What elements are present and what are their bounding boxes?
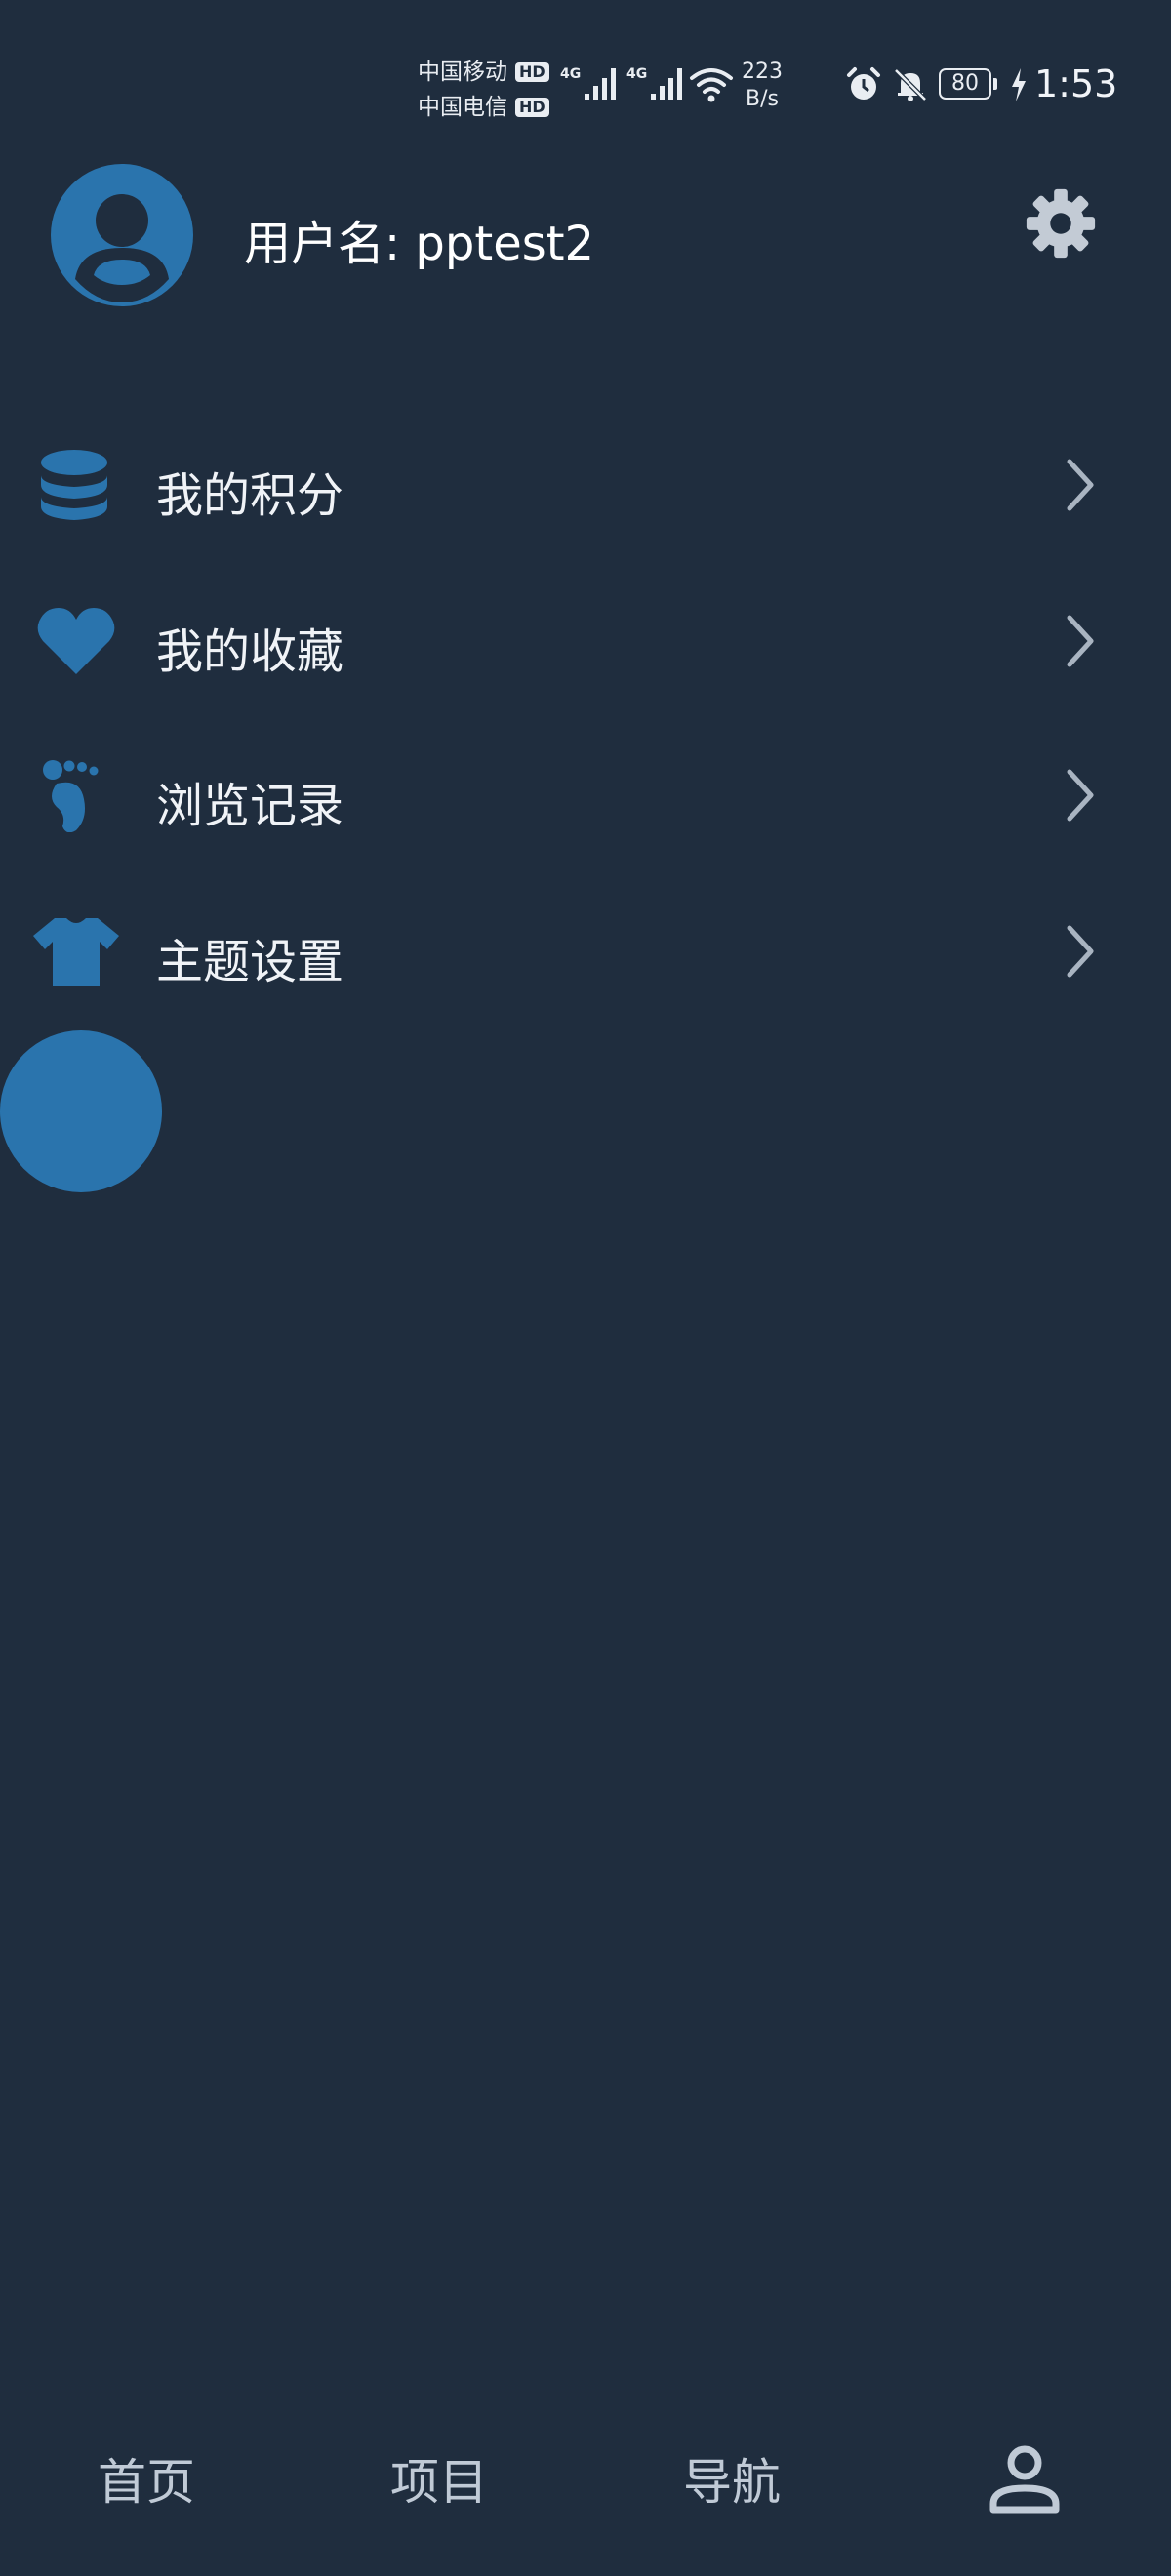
- signal-bars-icon: [585, 68, 617, 100]
- menu-label: 我的积分: [156, 468, 344, 523]
- battery-indicator: 80: [939, 68, 997, 100]
- heart-icon: [37, 608, 115, 674]
- tab-label: 项目: [390, 2454, 488, 2511]
- speed-unit: B/s: [746, 87, 779, 111]
- tab-label: 首页: [98, 2454, 195, 2511]
- tab-home[interactable]: 首页: [0, 2410, 293, 2547]
- hd-badge: HD: [515, 62, 549, 82]
- menu-item-favorites[interactable]: 我的收藏: [0, 568, 1171, 714]
- menu-item-history[interactable]: 浏览记录: [0, 722, 1171, 868]
- bottom-nav: 首页 项目 导航: [0, 2410, 1171, 2576]
- signal-bars-icon: [651, 68, 683, 100]
- menu-label: 我的收藏: [156, 624, 344, 679]
- menu-label: 浏览记录: [156, 779, 344, 833]
- tab-label: 导航: [683, 2454, 781, 2511]
- mute-bell-icon: [894, 68, 927, 101]
- carrier-info: 中国移动 HD 中国电信 HD: [418, 55, 549, 125]
- carrier-1-name: 中国移动: [418, 60, 507, 85]
- carrier-2-name: 中国电信: [418, 95, 507, 120]
- tab-profile[interactable]: [878, 2410, 1171, 2547]
- chevron-right-icon: [1067, 925, 1094, 978]
- network-type-1: 4G: [560, 66, 582, 82]
- coin-stack-icon: [41, 450, 107, 520]
- menu-item-points[interactable]: 我的积分: [0, 412, 1171, 558]
- tab-navigation[interactable]: 导航: [586, 2410, 878, 2547]
- avatar-icon[interactable]: [51, 164, 193, 306]
- menu-label: 主题设置: [156, 935, 344, 989]
- menu-item-theme[interactable]: 主题设置: [0, 878, 1171, 1025]
- footprint-icon: [43, 760, 99, 832]
- hd-badge: HD: [515, 98, 549, 117]
- tab-projects[interactable]: 项目: [293, 2410, 586, 2547]
- chevron-right-icon: [1067, 459, 1094, 511]
- wifi-icon: [690, 68, 733, 102]
- gear-icon[interactable]: [1023, 185, 1099, 262]
- floating-action-button[interactable]: [0, 1030, 162, 1192]
- clock: 1:53: [1034, 62, 1118, 105]
- tshirt-icon: [33, 918, 119, 986]
- status-bar: 中国移动 HD 中国电信 HD 4G 4G 223 B/s 80 1:53: [0, 0, 1171, 146]
- signal-1: 4G: [560, 62, 622, 101]
- speed-value: 223: [742, 60, 783, 84]
- username-label: 用户名: pptest2: [244, 217, 595, 271]
- chevron-right-icon: [1067, 769, 1094, 822]
- charging-icon: [1012, 68, 1026, 101]
- alarm-icon: [847, 67, 880, 100]
- network-type-2: 4G: [626, 66, 648, 82]
- person-icon: [989, 2445, 1060, 2514]
- network-speed: 223 B/s: [742, 59, 783, 113]
- chevron-right-icon: [1067, 615, 1094, 667]
- signal-2: 4G: [626, 62, 688, 101]
